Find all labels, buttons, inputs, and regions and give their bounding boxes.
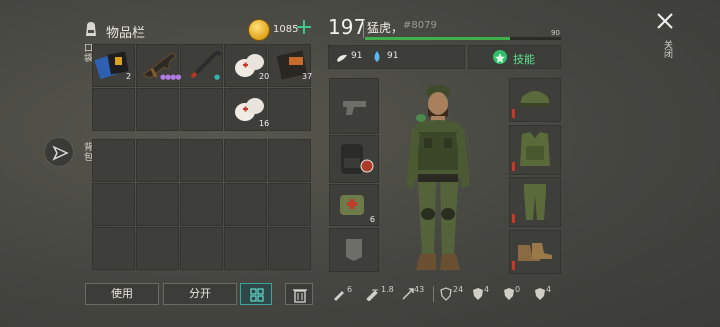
water-drop-icon <box>374 51 380 62</box>
crush-resist-icon <box>535 288 545 300</box>
xp-fill <box>365 37 511 40</box>
accuracy-value: 43 <box>414 285 425 294</box>
durability-dot: ● <box>214 73 220 81</box>
stat-divider <box>433 286 434 302</box>
backpack-slot[interactable] <box>224 227 267 270</box>
backpack-gear-icon <box>341 144 374 174</box>
attack-speed-value: 1.8 <box>381 285 394 294</box>
coin-icon <box>248 19 270 41</box>
durability-tick <box>512 214 515 223</box>
bandage-qty-2: 16 <box>259 119 270 128</box>
armor-vest-icon <box>520 132 550 166</box>
pocket-slot[interactable] <box>136 88 179 131</box>
rarity-dots: ●●●● <box>160 73 181 81</box>
pistol-icon <box>343 101 366 115</box>
armor-slot-vest[interactable] <box>509 125 561 175</box>
backpack-slot[interactable] <box>136 139 179 182</box>
close-icon <box>657 13 673 29</box>
close-button[interactable] <box>654 10 676 32</box>
backpack-slot[interactable] <box>180 183 223 226</box>
accuracy-icon <box>402 288 414 300</box>
armor-slot-helmet[interactable] <box>509 78 561 122</box>
delete-button[interactable] <box>285 283 313 305</box>
durability-tick <box>512 261 515 270</box>
passport-qty: 2 <box>126 72 132 81</box>
skills-label: 技能 <box>513 53 535 66</box>
backpack-slot[interactable] <box>92 183 135 226</box>
bite-resist-icon <box>504 288 514 300</box>
backpack-slot[interactable] <box>92 139 135 182</box>
character-model <box>406 85 470 270</box>
add-coins-button[interactable]: + <box>294 16 314 40</box>
backpack-slot[interactable] <box>268 227 311 270</box>
backpack-slot[interactable] <box>92 227 135 270</box>
notebook-qty: 37 <box>302 72 313 81</box>
close-label: 关闭 <box>662 40 672 58</box>
backpack-slot[interactable] <box>224 183 267 226</box>
weapon-slot-pistol[interactable] <box>329 78 379 134</box>
inventory-header: 物品栏 1085 + <box>80 16 320 44</box>
attack-speed-icon <box>366 289 378 301</box>
sort-grid-button[interactable] <box>240 283 272 305</box>
cut-resist-value: 4 <box>484 285 490 294</box>
survival-stats-panel: 91 91 <box>328 45 465 69</box>
attack-value: 6 <box>347 285 353 294</box>
trash-icon <box>293 289 307 303</box>
armor-slot-boots[interactable] <box>509 230 561 274</box>
pants-icon <box>524 184 546 220</box>
backpack-slot[interactable] <box>180 227 223 270</box>
pocket-slot[interactable] <box>268 88 311 131</box>
backpack-slot[interactable] <box>136 227 179 270</box>
backpack-slot[interactable] <box>224 139 267 182</box>
skills-icon <box>493 50 507 64</box>
send-arrow-icon <box>52 145 69 161</box>
pocket-slot[interactable] <box>180 88 223 131</box>
backpack-slot[interactable] <box>180 139 223 182</box>
bandage-qty: 20 <box>259 72 270 81</box>
defense-shield-icon <box>440 287 452 301</box>
backpack-slot[interactable] <box>268 139 311 182</box>
armor-slot-pants[interactable] <box>509 177 561 227</box>
helmet-icon <box>520 91 550 107</box>
inventory-title: 物品栏 <box>106 26 146 41</box>
medkit-qty: 6 <box>369 215 375 224</box>
xp-max: 90 <box>551 29 560 37</box>
thirst-value: 91 <box>387 51 399 61</box>
use-button[interactable]: 使用 <box>85 283 159 305</box>
navigate-button[interactable] <box>44 137 74 167</box>
crush-resist-value: 4 <box>546 285 552 294</box>
hunger-icon <box>337 54 347 62</box>
durability-tick <box>512 109 515 118</box>
durability-tick <box>512 162 515 171</box>
attack-icon <box>334 291 344 301</box>
skills-button[interactable]: 技能 <box>468 45 561 69</box>
weapon-slot-medkit[interactable]: 6 <box>329 184 379 226</box>
pocket-icon <box>346 239 362 261</box>
split-button[interactable]: 分开 <box>163 283 237 305</box>
crowbar-icon <box>190 51 222 79</box>
bite-resist-value: 0 <box>515 285 521 294</box>
hunger-value: 91 <box>351 51 363 61</box>
name-divider <box>363 20 364 38</box>
backpack-slot[interactable] <box>136 183 179 226</box>
weapon-slot-pocket[interactable] <box>329 228 379 272</box>
character-id: #8079 <box>403 20 437 31</box>
xp-bar <box>365 37 561 40</box>
character-name: 猛虎， <box>367 21 404 35</box>
defense-value: 24 <box>453 285 464 294</box>
weapon-slot-backpack[interactable] <box>329 135 379 183</box>
backpack-slot[interactable] <box>268 183 311 226</box>
grid-icon <box>250 288 264 302</box>
boots-icon <box>518 243 552 261</box>
pocket-slot[interactable] <box>92 88 135 131</box>
character-level: 197 <box>328 15 367 39</box>
backpack-icon <box>86 22 96 36</box>
cut-resist-icon <box>473 288 483 300</box>
